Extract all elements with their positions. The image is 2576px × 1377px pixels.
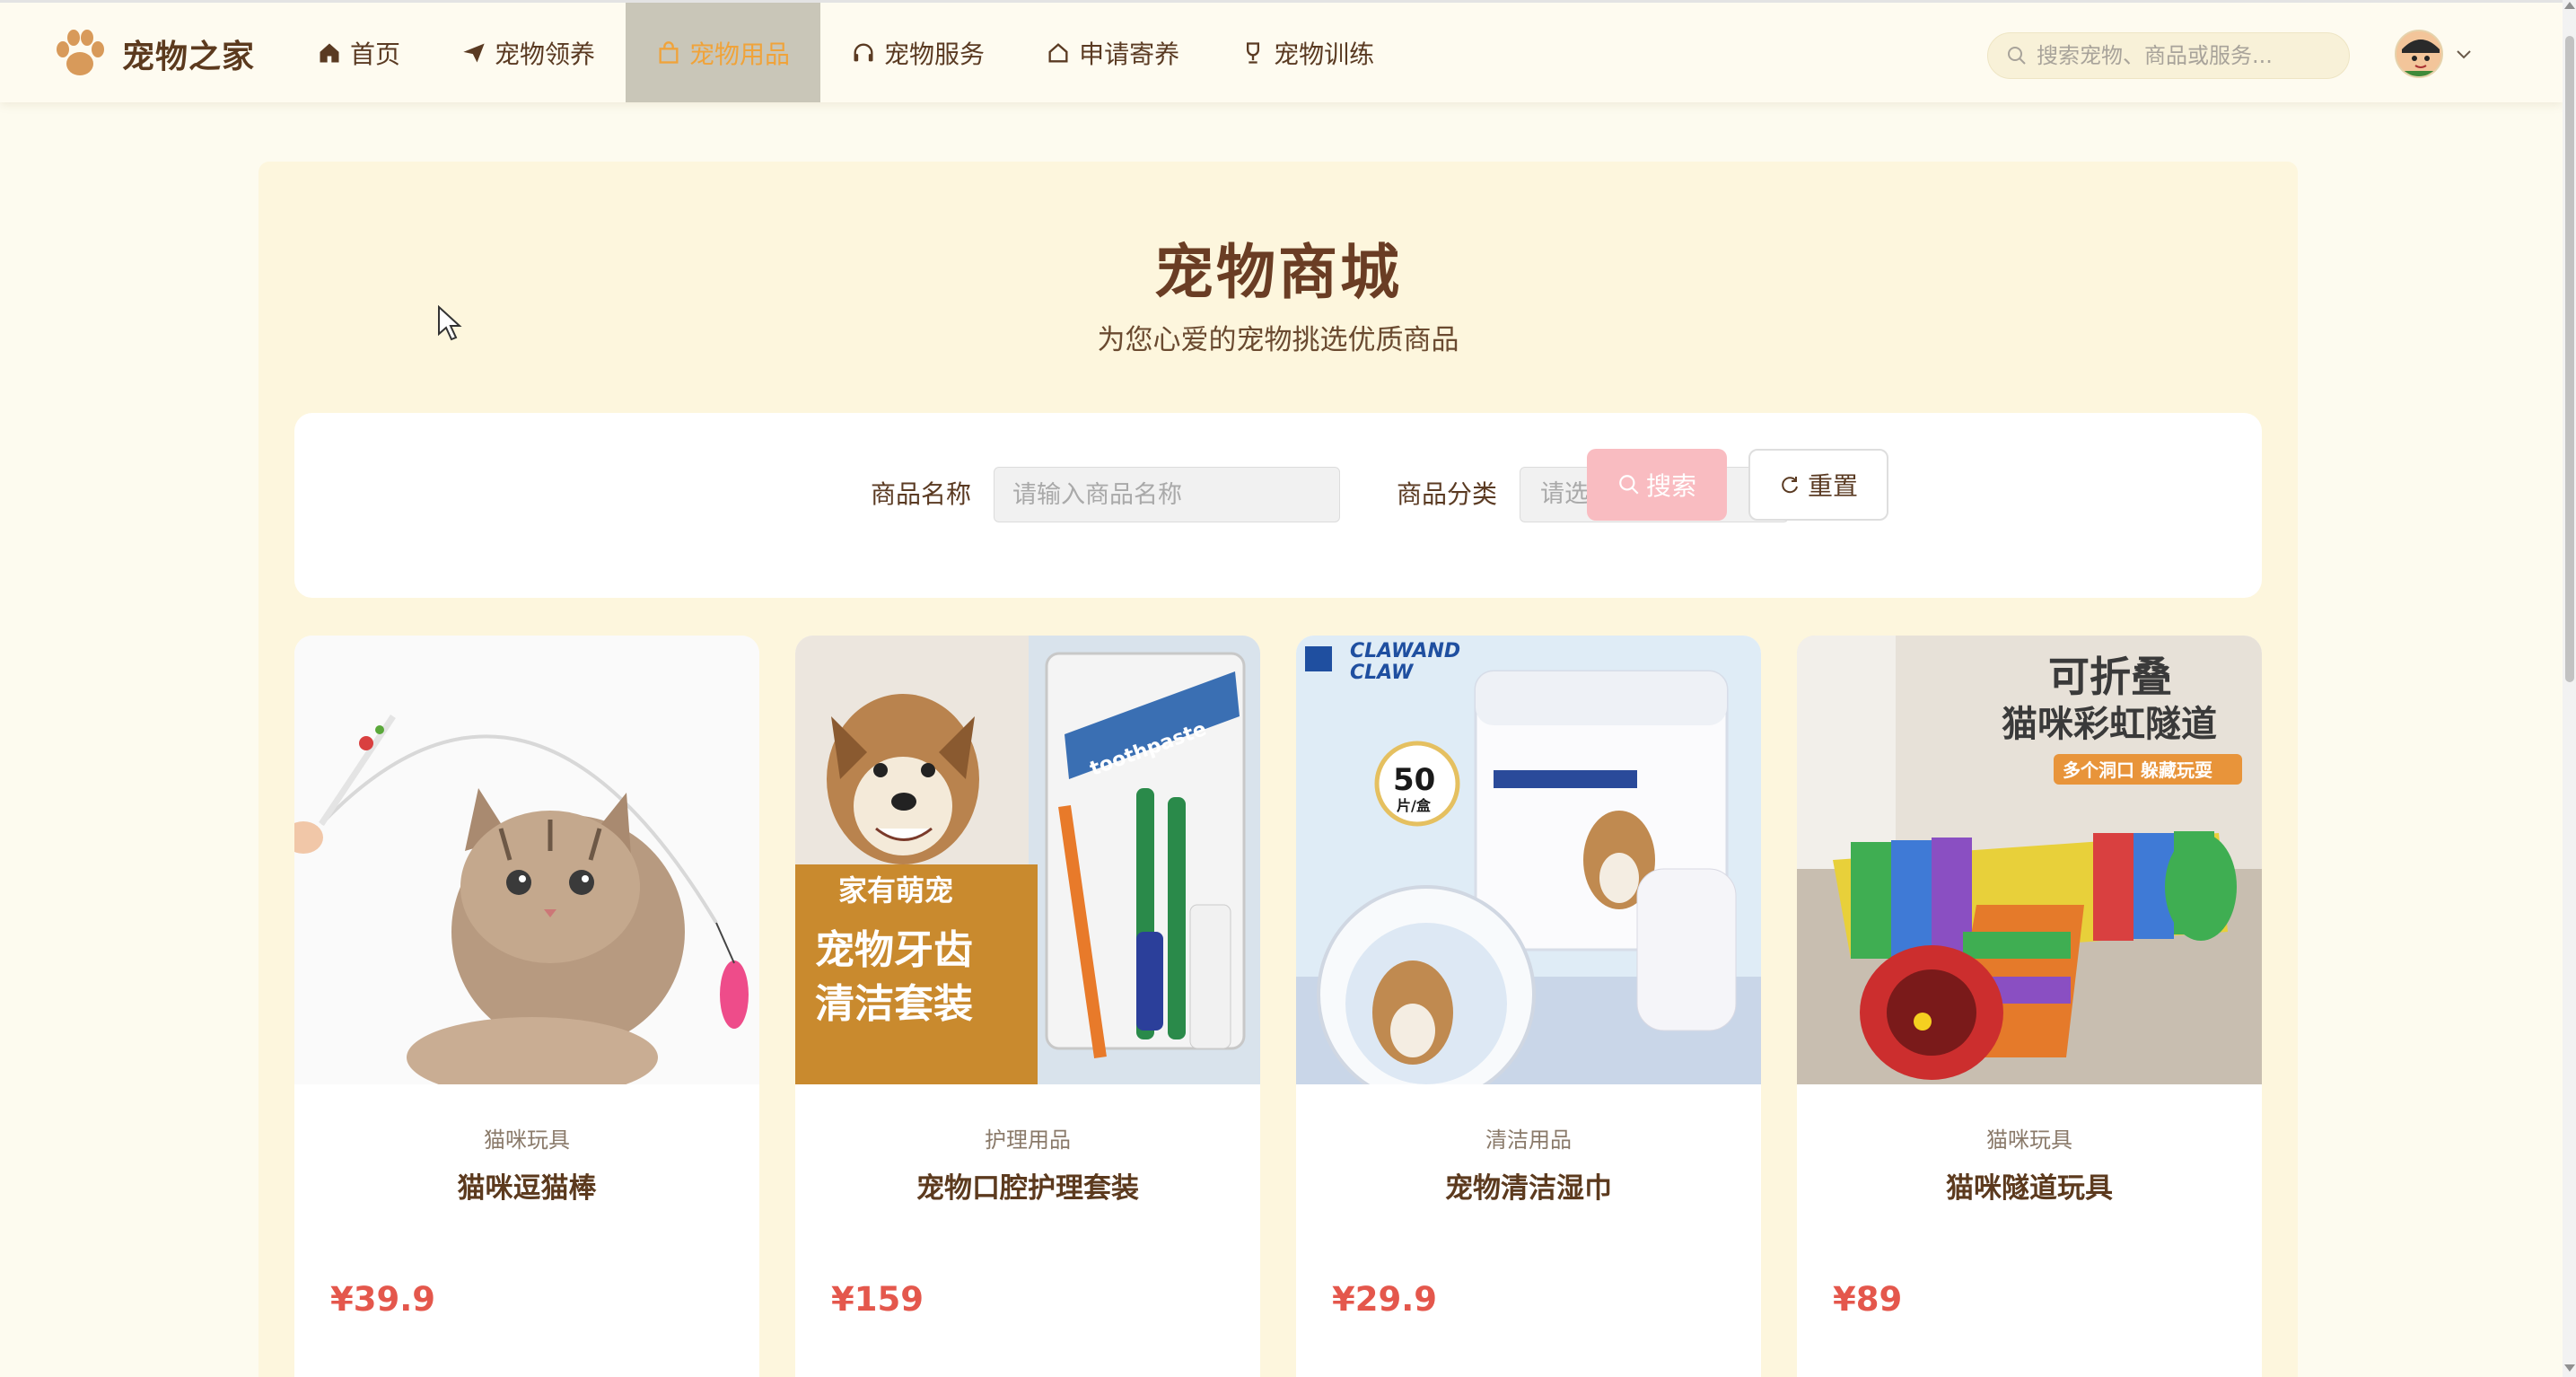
brand-name: 宠物之家: [122, 39, 256, 75]
product-image: toothpaste 家有萌宠 宠物牙齿 清洁套装: [795, 636, 1260, 1084]
nav-item-boarding[interactable]: 申请寄养: [1015, 3, 1210, 102]
shop-panel: 宠物商城 为您心爱的宠物挑选优质商品 商品名称 商品分类 请选择分类 搜索 重置: [258, 162, 2298, 1377]
trophy-icon: [1247, 41, 1260, 64]
product-price: ¥159: [831, 1280, 924, 1319]
page-title: 宠物商城: [1154, 238, 1402, 307]
product-category: 猫咪玩具: [1986, 1127, 2072, 1153]
product-name: 宠物清洁湿巾: [1445, 1172, 1612, 1205]
global-search-input[interactable]: [2037, 43, 2333, 68]
nav-item-home[interactable]: 首页: [286, 3, 431, 102]
product-name: 猫咪逗猫棒: [457, 1172, 597, 1205]
search-button-label: 搜索: [1645, 471, 1696, 501]
product-name-input[interactable]: [994, 467, 1340, 522]
nav-item-training[interactable]: 宠物训练: [1210, 3, 1405, 102]
category-label: 商品分类: [1397, 479, 1498, 509]
nav-label: 宠物服务: [884, 39, 986, 69]
nav-label: 申请寄养: [1079, 39, 1180, 69]
reset-button[interactable]: 重置: [1748, 449, 1888, 521]
headset-icon: [854, 43, 873, 61]
global-search[interactable]: [1987, 32, 2350, 79]
paper-plane-icon: [463, 43, 485, 62]
product-card[interactable]: 可折叠 猫咪彩虹隧道 多个洞口 躲藏玩耍 猫咪玩具 猫咪隧道玩具 ¥89: [1797, 636, 2262, 1377]
dental-kit-image: toothpaste 家有萌宠 宠物牙齿 清洁套装: [795, 636, 1260, 1084]
wet-wipes-image: CLAWAND CLAW 50 片/盒: [1296, 636, 1761, 1084]
avatar-image: [2396, 31, 2441, 76]
image-tagline: 多个洞口 躲藏玩耍: [2063, 759, 2212, 781]
paw-icon: [57, 30, 104, 75]
reset-button-label: 重置: [1807, 471, 1858, 501]
refresh-icon: [1782, 477, 1798, 494]
product-price: ¥89: [1833, 1280, 1903, 1319]
nav-item-services[interactable]: 宠物服务: [820, 3, 1015, 102]
search-icon: [1619, 475, 1639, 495]
image-headline: 宠物牙齿: [815, 927, 973, 973]
search-icon: [2008, 47, 2026, 65]
cat-tunnel-image: 可折叠 猫咪彩虹隧道 多个洞口 躲藏玩耍: [1797, 636, 2262, 1084]
cat-wand-image: [294, 636, 759, 1084]
top-navbar: 宠物之家 首页 宠物领养 宠物用品 宠物服务 申请寄养 宠物训练: [0, 0, 2563, 102]
quantity-number: 50: [1393, 762, 1435, 798]
product-card[interactable]: 猫咪玩具 猫咪逗猫棒 ¥39.9: [294, 636, 759, 1377]
image-headline: 可折叠: [2048, 653, 2172, 701]
product-image: CLAWAND CLAW 50 片/盒: [1296, 636, 1761, 1084]
product-category: 护理用品: [985, 1127, 1071, 1153]
user-avatar[interactable]: [2395, 30, 2443, 78]
product-price: ¥39.9: [330, 1280, 436, 1319]
product-name-label: 商品名称: [871, 479, 972, 509]
filter-form: 商品名称 商品分类 请选择分类 搜索 重置: [294, 413, 2262, 598]
product-category: 猫咪玩具: [484, 1127, 570, 1153]
product-name: 猫咪隧道玩具: [1946, 1172, 2113, 1205]
brand-label: CLAWAND: [1350, 640, 1460, 662]
nav-label: 首页: [350, 39, 401, 69]
quantity-unit: 片/盒: [1397, 797, 1432, 814]
main-nav: 首页 宠物领养 宠物用品 宠物服务 申请寄养 宠物训练: [286, 3, 1405, 102]
brand-label: 家有萌宠: [838, 873, 953, 908]
product-category: 清洁用品: [1485, 1127, 1572, 1153]
product-price: ¥29.9: [1332, 1280, 1438, 1319]
image-headline: 猫咪彩虹隧道: [2002, 704, 2217, 745]
product-card[interactable]: CLAWAND CLAW 50 片/盒 清洁用品 宠物清洁湿巾 ¥29.9: [1296, 636, 1761, 1377]
chevron-down-icon[interactable]: [2453, 43, 2475, 65]
nav-label: 宠物领养: [495, 39, 596, 69]
product-image: 可折叠 猫咪彩虹隧道 多个洞口 躲藏玩耍: [1797, 636, 2262, 1084]
search-button[interactable]: 搜索: [1587, 449, 1727, 521]
scroll-down-arrow-icon[interactable]: [2564, 1364, 2575, 1372]
mouse-pointer-icon: [438, 305, 462, 341]
home-icon: [320, 43, 339, 62]
nav-item-adoption[interactable]: 宠物领养: [431, 3, 626, 102]
image-headline: 清洁套装: [815, 981, 973, 1027]
page-subtitle: 为您心爱的宠物挑选优质商品: [1097, 324, 1459, 356]
brand-label: CLAW: [1350, 662, 1415, 684]
brand-logo[interactable]: 宠物之家: [50, 24, 255, 83]
product-name: 宠物口腔护理套装: [916, 1172, 1139, 1205]
nav-label: 宠物用品: [689, 39, 791, 69]
shopping-bag-icon: [659, 40, 679, 64]
nav-item-supplies[interactable]: 宠物用品: [626, 3, 821, 102]
product-card[interactable]: toothpaste 家有萌宠 宠物牙齿 清洁套装 护理用品 宠物口腔护理套装 …: [795, 636, 1260, 1377]
product-image: [294, 636, 759, 1084]
scroll-up-arrow-icon[interactable]: [2564, 2, 2575, 9]
scrollbar-thumb[interactable]: [2565, 36, 2574, 682]
nav-label: 宠物训练: [1274, 39, 1375, 69]
house-icon: [1048, 42, 1068, 62]
